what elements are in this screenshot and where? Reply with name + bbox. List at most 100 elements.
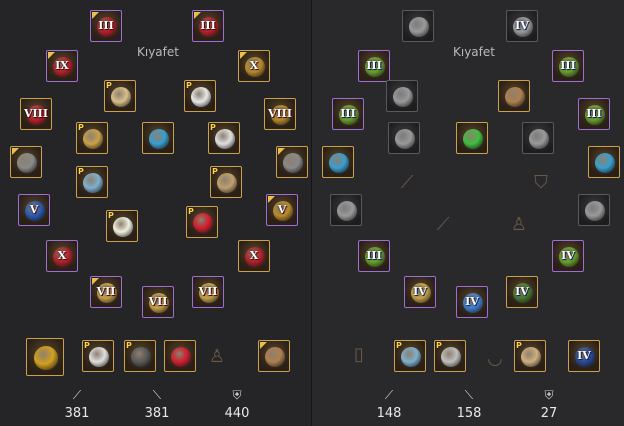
tier-label: IV [577, 349, 591, 362]
slot-flag[interactable] [164, 340, 196, 372]
slot-boots-costume[interactable] [388, 122, 420, 154]
hair-item-icon [111, 87, 131, 107]
dress-item-icon [215, 129, 235, 149]
slot-armor-left[interactable] [10, 146, 42, 178]
costume-top-item-icon [191, 87, 211, 107]
sword-icon: ⟋ [72, 388, 82, 402]
slot-earring-right[interactable]: III [578, 98, 610, 130]
glove-left-item-icon [337, 201, 357, 221]
slot-necklace[interactable]: IX [46, 50, 78, 82]
orb-item-icon [149, 129, 169, 149]
premium-corner-icon [12, 148, 19, 155]
slot-weapon-1[interactable]: IV [404, 276, 436, 308]
flag-item-icon [171, 347, 191, 367]
tier-label: III [366, 249, 382, 262]
slot-glove-right[interactable] [578, 194, 610, 226]
knife-ghost-icon: ⟋ [436, 214, 450, 235]
slot-armor-right[interactable] [276, 146, 308, 178]
slot-weapon-3[interactable]: VII [192, 276, 224, 308]
shield-icon: ⛨ [544, 388, 554, 402]
panel-title: Kıyafet [453, 45, 495, 59]
tier-label: III [586, 107, 602, 120]
slot-hair[interactable]: P [104, 80, 136, 112]
fishing-rod-item-icon [265, 347, 285, 367]
slot-helmet[interactable]: III [90, 10, 122, 42]
slot-belt-left[interactable]: X [46, 240, 78, 272]
slot-necklace-2[interactable]: P [434, 340, 466, 372]
necklace-2-item-icon [441, 347, 461, 367]
glove-right-item-icon [585, 201, 605, 221]
tier-label: V [29, 203, 39, 216]
slot-belt-right[interactable]: X [238, 240, 270, 272]
tier-label: III [200, 19, 216, 32]
armor-right-item-icon [283, 153, 303, 173]
slot-boots-costume[interactable]: P [76, 122, 108, 154]
tier-label: IV [561, 249, 575, 262]
slot-weapon-2[interactable]: VII [142, 286, 174, 318]
slot-armor-left[interactable] [322, 146, 354, 178]
premium-corner-icon [240, 52, 247, 59]
slot-helmet-2[interactable]: III [192, 10, 224, 42]
slot-glove-right[interactable]: V [266, 194, 298, 226]
slot-weapon-1[interactable]: VII [90, 276, 122, 308]
armor-left-item-icon [329, 153, 349, 173]
premium-corner-icon [92, 278, 99, 285]
slot-spear[interactable]: P [76, 166, 108, 198]
slot-armor-right[interactable] [588, 146, 620, 178]
slot-fishing-rod[interactable] [258, 340, 290, 372]
blade-icon: ⟍ [464, 388, 474, 402]
tier-label: X [57, 249, 67, 262]
panel-title: Kıyafet [137, 45, 179, 59]
premium-corner-icon [278, 148, 285, 155]
premium-p-badge: P [186, 81, 192, 90]
slot-orb[interactable] [142, 122, 174, 154]
slot-weapon-3[interactable]: IV [506, 276, 538, 308]
slot-pet-dog[interactable]: P [514, 340, 546, 372]
slot-dress[interactable]: P [208, 122, 240, 154]
coat-ghost-icon: ♙ [208, 346, 226, 367]
slot-pick[interactable]: P [210, 166, 242, 198]
slot-orb[interactable] [456, 122, 488, 154]
slot-hair[interactable] [386, 80, 418, 112]
tier-label: IV [413, 285, 427, 298]
stat-value: 27 [540, 406, 558, 421]
slot-necklace[interactable]: III [358, 50, 390, 82]
slot-belt-left[interactable]: III [358, 240, 390, 272]
slot-glasses[interactable]: P [124, 340, 156, 372]
slot-book[interactable]: IV [568, 340, 600, 372]
slot-sun-medal[interactable] [26, 338, 64, 376]
armor-right-item-icon [595, 153, 615, 173]
slot-spear[interactable]: P [394, 340, 426, 372]
premium-p-badge: P [78, 123, 84, 132]
slot-glove-left[interactable] [330, 194, 362, 226]
slot-ring-top[interactable]: X [238, 50, 270, 82]
slot-weapon-2[interactable]: IV [456, 286, 488, 318]
stat-value: 158 [456, 406, 482, 421]
slot-glove-left[interactable]: V [18, 194, 50, 226]
slot-helmet-2[interactable]: IV [506, 10, 538, 42]
slot-belt-right[interactable]: IV [552, 240, 584, 272]
slot-helmet[interactable] [402, 10, 434, 42]
slot-earring-right[interactable]: VIII [264, 98, 296, 130]
tier-label: IV [515, 285, 529, 298]
equipment-panel-left: Kıyafet III III IX X P P VIII VIII P P P P V V P P X X VII… [0, 0, 312, 426]
slot-earring-left[interactable]: III [332, 98, 364, 130]
slot-clover[interactable]: P [82, 340, 114, 372]
slot-dress[interactable] [522, 122, 554, 154]
hair-item-icon [393, 87, 413, 107]
slot-earring-left[interactable]: VIII [20, 98, 52, 130]
boots-costume-item-icon [395, 129, 415, 149]
slot-bikini[interactable]: P [186, 206, 218, 238]
tier-label: X [249, 59, 259, 72]
tier-label: VII [148, 295, 168, 308]
slot-ring-top[interactable]: III [552, 50, 584, 82]
premium-p-badge: P [396, 341, 402, 350]
vest-ghost-icon: ♙ [510, 214, 528, 235]
premium-corner-icon [268, 196, 275, 203]
dress-item-icon [529, 129, 549, 149]
slot-bouquet[interactable]: P [106, 210, 138, 242]
stat-value: 381 [64, 406, 90, 421]
slot-costume-top[interactable] [498, 80, 530, 112]
stat-value: 440 [224, 406, 250, 421]
slot-costume-top[interactable]: P [184, 80, 216, 112]
